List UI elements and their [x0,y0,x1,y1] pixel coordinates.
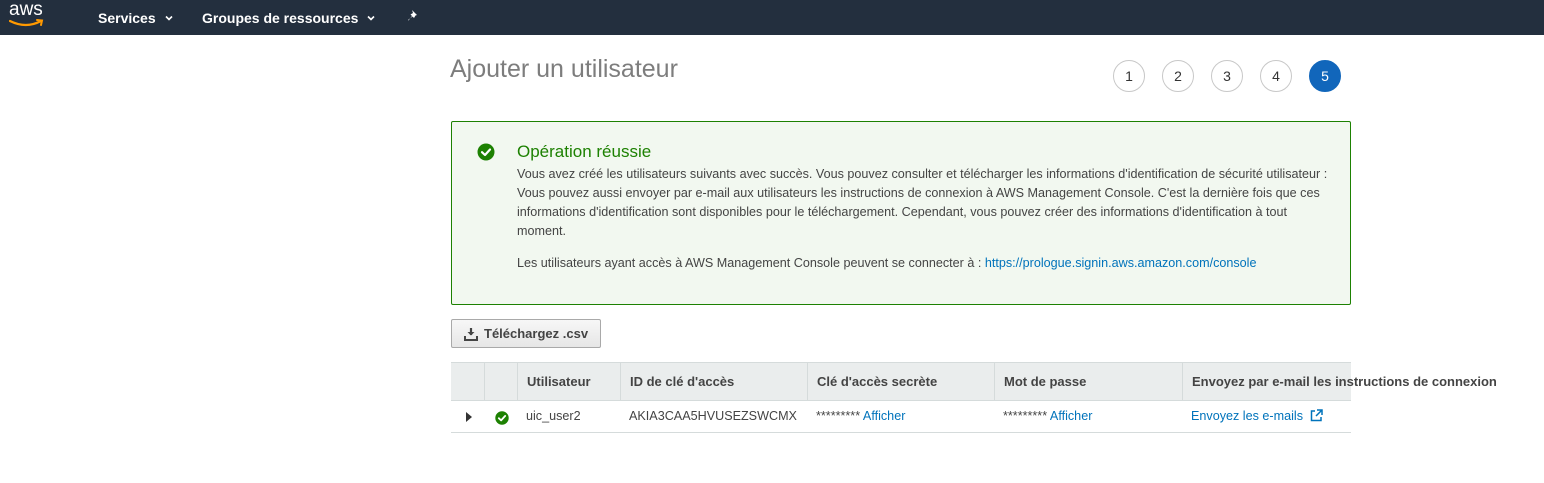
aws-logo[interactable]: aws [9,0,47,30]
download-icon [464,327,478,341]
cell-email: Envoyez les e-mails [1182,401,1323,432]
expand-caret-icon[interactable] [465,412,473,422]
resource-groups-menu[interactable]: Groupes de ressources [202,8,376,28]
step-2[interactable]: 2 [1162,60,1194,92]
success-alert: Opération réussie Vous avez créé les uti… [451,121,1351,305]
table-row: uic_user2 AKIA3CAA5HVUSEZSWCMX *********… [451,401,1351,433]
console-signin-text: Les utilisateurs ayant accès à AWS Manag… [517,254,1337,273]
header-password[interactable]: Mot de passe [994,363,1182,402]
step-5-active[interactable]: 5 [1309,60,1341,92]
download-csv-label: Téléchargez .csv [484,326,589,341]
top-navigation-bar: aws Services Groupes de ressources [0,0,1544,35]
show-secret-key-link[interactable]: Afficher [863,409,905,423]
step-4[interactable]: 4 [1260,60,1292,92]
chevron-down-icon [165,15,173,21]
send-emails-link[interactable]: Envoyez les e-mails [1191,409,1303,423]
aws-smile-icon [9,19,44,27]
show-password-link[interactable]: Afficher [1050,409,1092,423]
services-label: Services [98,10,156,26]
table-header: Utilisateur ID de clé d'accès Clé d'accè… [451,362,1497,402]
chevron-down-icon [367,15,375,21]
download-csv-button[interactable]: Téléchargez .csv [451,319,601,348]
page-title: Ajouter un utilisateur [450,55,678,83]
check-circle-icon [495,411,509,425]
cell-password: ********* Afficher [994,401,1092,432]
external-link-icon[interactable] [1310,409,1323,422]
password-mask: ********* [1003,409,1048,423]
step-1[interactable]: 1 [1113,60,1145,92]
cell-user: uic_user2 [526,409,581,423]
header-email-instructions[interactable]: Envoyez par e-mail les instructions de c… [1182,363,1497,402]
header-expand-col [451,363,484,402]
check-circle-icon [477,143,495,161]
header-status-col [484,363,517,402]
success-message: Vous avez créé les utilisateurs suivants… [517,167,1328,238]
wizard-steps: 1 2 3 4 5 [1113,60,1341,92]
console-signin-prefix: Les utilisateurs ayant accès à AWS Manag… [517,256,982,270]
header-user[interactable]: Utilisateur [517,363,620,402]
services-menu[interactable]: Services [98,8,174,28]
header-secret-key[interactable]: Clé d'accès secrète [807,363,994,402]
pin-icon[interactable] [407,9,421,23]
resource-groups-label: Groupes de ressources [202,10,359,26]
step-3[interactable]: 3 [1211,60,1243,92]
success-title: Opération réussie [517,142,652,161]
cell-access-key-id: AKIA3CAA5HVUSEZSWCMX [629,409,797,423]
console-signin-link[interactable]: https://prologue.signin.aws.amazon.com/c… [985,256,1257,270]
cell-secret-key: ********* Afficher [807,401,905,432]
header-access-key-id[interactable]: ID de clé d'accès [620,363,808,402]
secret-key-mask: ********* [816,409,861,423]
